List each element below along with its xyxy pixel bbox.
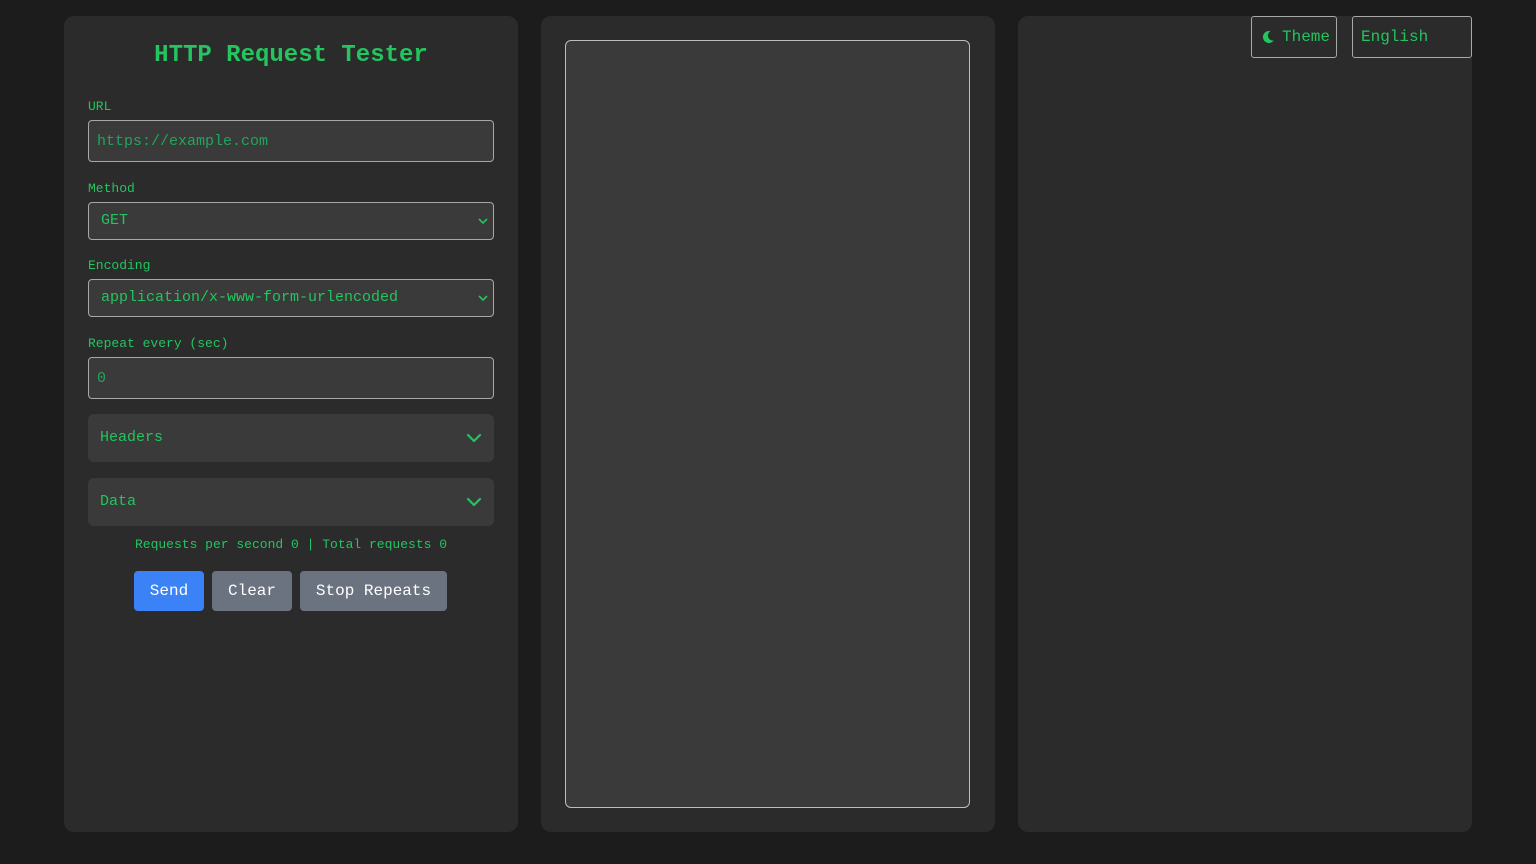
page-title: HTTP Request Tester	[154, 42, 428, 69]
headers-accordion[interactable]: Headers	[88, 414, 494, 462]
chevron-down-icon	[466, 430, 482, 446]
chevron-down-icon	[477, 203, 489, 239]
method-value: GET	[101, 212, 129, 229]
url-label: URL	[88, 99, 112, 114]
headers-accordion-label: Headers	[100, 429, 164, 446]
data-accordion[interactable]: Data	[88, 478, 494, 526]
language-select[interactable]: English	[1352, 16, 1472, 58]
request-stats: Requests per second 0 | Total requests 0	[134, 537, 448, 552]
data-accordion-label: Data	[100, 493, 137, 510]
encoding-label: Encoding	[88, 258, 151, 273]
history-panel	[1018, 16, 1472, 832]
response-output[interactable]	[565, 40, 970, 808]
theme-toggle-button[interactable]: Theme	[1251, 16, 1337, 58]
url-input[interactable]	[88, 120, 494, 162]
theme-label: Theme	[1282, 28, 1331, 46]
method-select[interactable]: GET	[88, 202, 494, 240]
response-panel	[541, 16, 995, 832]
encoding-select[interactable]: application/x-www-form-urlencoded	[88, 279, 494, 317]
request-form-panel: HTTP Request Tester URL Method GET Encod…	[64, 16, 518, 832]
chevron-down-icon	[477, 280, 489, 316]
repeat-interval-input[interactable]	[88, 357, 494, 399]
chevron-down-icon	[466, 494, 482, 510]
repeat-label: Repeat every (sec)	[88, 336, 229, 351]
encoding-value: application/x-www-form-urlencoded	[101, 289, 399, 306]
clear-button[interactable]: Clear	[212, 571, 292, 611]
moon-icon	[1262, 30, 1274, 43]
method-label: Method	[88, 181, 135, 196]
send-button[interactable]: Send	[134, 571, 204, 611]
stop-repeats-button[interactable]: Stop Repeats	[300, 571, 447, 611]
